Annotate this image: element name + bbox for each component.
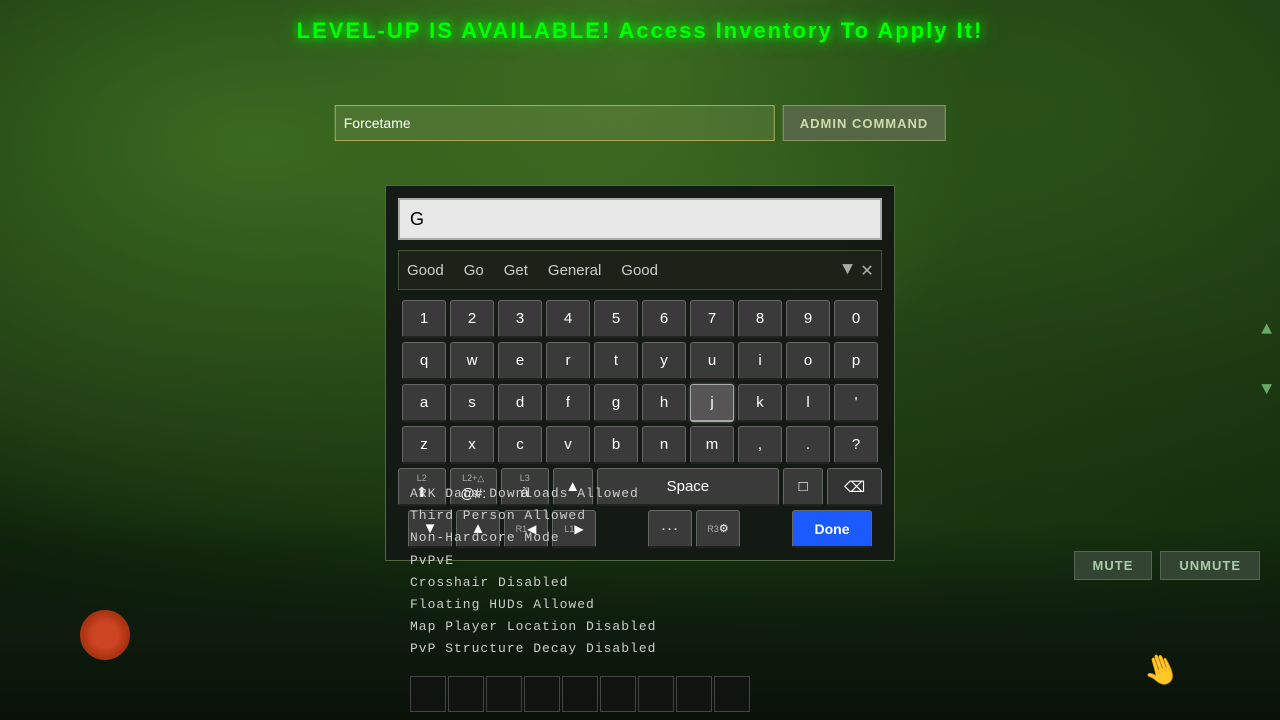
hotbar-slot-9[interactable] — [714, 676, 750, 712]
key-h[interactable]: h — [642, 384, 686, 422]
key-j[interactable]: j — [690, 384, 734, 422]
key-z[interactable]: z — [402, 426, 446, 464]
key-7[interactable]: 7 — [690, 300, 734, 338]
key-r[interactable]: r — [546, 342, 590, 380]
key-t[interactable]: t — [594, 342, 638, 380]
unmute-button[interactable]: UNMUTE — [1160, 551, 1260, 580]
key-backspace[interactable]: ⌫ — [827, 468, 882, 506]
suggestion-1[interactable]: Go — [464, 262, 484, 279]
key-d[interactable]: d — [498, 384, 542, 422]
hotbar-slot-4[interactable] — [524, 676, 560, 712]
key-p[interactable]: p — [834, 342, 878, 380]
character-indicator — [80, 610, 130, 660]
key-i[interactable]: i — [738, 342, 782, 380]
server-info-line-2: Non-Hardcore Mode — [410, 527, 656, 549]
mute-bar: MUTE UNMUTE — [1074, 551, 1260, 580]
admin-command-input[interactable] — [335, 105, 775, 141]
expand-suggestions-icon[interactable]: ▼ — [842, 260, 853, 280]
key-n[interactable]: n — [642, 426, 686, 464]
server-info-line-7: PvP Structure Decay Disabled — [410, 638, 656, 660]
qwerty-row: q w e r t y u i o p — [398, 342, 882, 380]
right-arrow-down: ▼ — [1261, 380, 1272, 400]
server-info-line-3: PvPvE — [410, 550, 656, 572]
key-b[interactable]: b — [594, 426, 638, 464]
asdf-row: a s d f g h j k l ' — [398, 384, 882, 422]
key-g[interactable]: g — [594, 384, 638, 422]
hotbar-slot-6[interactable] — [600, 676, 636, 712]
key-q[interactable]: q — [402, 342, 446, 380]
key-8[interactable]: 8 — [738, 300, 782, 338]
hotbar-slot-3[interactable] — [486, 676, 522, 712]
admin-bar: ADMIN COMMAND — [335, 105, 946, 141]
key-a[interactable]: a — [402, 384, 446, 422]
key-9[interactable]: 9 — [786, 300, 830, 338]
key-u[interactable]: u — [690, 342, 734, 380]
key-comma[interactable]: , — [738, 426, 782, 464]
key-0[interactable]: 0 — [834, 300, 878, 338]
server-info-line-5: Floating HUDs Allowed — [410, 594, 656, 616]
keyboard-search-input[interactable] — [398, 198, 882, 240]
key-f[interactable]: f — [546, 384, 590, 422]
mute-button[interactable]: MUTE — [1074, 551, 1153, 580]
hotbar-slot-2[interactable] — [448, 676, 484, 712]
hotbar-slot-8[interactable] — [676, 676, 712, 712]
server-info: ARK Data Downloads Allowed Third Person … — [410, 483, 656, 660]
key-1[interactable]: 1 — [402, 300, 446, 338]
server-info-line-0: ARK Data Downloads Allowed — [410, 483, 656, 505]
suggestion-2[interactable]: Get — [504, 262, 528, 279]
key-square[interactable]: □ — [783, 468, 823, 506]
hotbar-slot-5[interactable] — [562, 676, 598, 712]
key-6[interactable]: 6 — [642, 300, 686, 338]
key-2[interactable]: 2 — [450, 300, 494, 338]
key-w[interactable]: w — [450, 342, 494, 380]
key-c[interactable]: c — [498, 426, 542, 464]
server-info-line-4: Crosshair Disabled — [410, 572, 656, 594]
number-row: 1 2 3 4 5 6 7 8 9 0 — [398, 300, 882, 338]
key-v[interactable]: v — [546, 426, 590, 464]
key-question[interactable]: ? — [834, 426, 878, 464]
right-arrows: ▲ ▼ — [1261, 320, 1272, 400]
key-l[interactable]: l — [786, 384, 830, 422]
zxcv-row: z x c v b n m , . ? — [398, 426, 882, 464]
key-m[interactable]: m — [690, 426, 734, 464]
key-done[interactable]: Done — [792, 510, 872, 548]
key-o[interactable]: o — [786, 342, 830, 380]
hotbar-slot-1[interactable] — [410, 676, 446, 712]
hotbar-slot-7[interactable] — [638, 676, 674, 712]
suggestion-4[interactable]: Good — [621, 262, 658, 279]
level-up-banner: LEVEL-UP IS AVAILABLE! Access Inventory … — [0, 0, 1280, 44]
key-k[interactable]: k — [738, 384, 782, 422]
server-info-line-1: Third Person Allowed — [410, 505, 656, 527]
suggestion-3[interactable]: General — [548, 262, 601, 279]
key-empty-2 — [744, 510, 788, 548]
key-3[interactable]: 3 — [498, 300, 542, 338]
key-4[interactable]: 4 — [546, 300, 590, 338]
key-s[interactable]: s — [450, 384, 494, 422]
key-x[interactable]: x — [450, 426, 494, 464]
hotbar — [410, 676, 750, 712]
suggestion-0[interactable]: Good — [407, 262, 444, 279]
suggestions-row: Good Go Get General Good ▼ ✕ — [398, 250, 882, 290]
right-arrow-up: ▲ — [1261, 320, 1272, 340]
key-y[interactable]: y — [642, 342, 686, 380]
key-e[interactable]: e — [498, 342, 542, 380]
admin-command-button[interactable]: ADMIN COMMAND — [783, 105, 946, 141]
close-suggestions-icon[interactable]: ✕ — [861, 257, 873, 283]
hands-indicator: 🤚 — [1137, 648, 1185, 696]
key-r3[interactable]: R3 ⚙ — [696, 510, 740, 548]
key-period[interactable]: . — [786, 426, 830, 464]
server-info-line-6: Map Player Location Disabled — [410, 616, 656, 638]
key-apostrophe[interactable]: ' — [834, 384, 878, 422]
suggestions-list: Good Go Get General Good — [407, 262, 842, 279]
key-5[interactable]: 5 — [594, 300, 638, 338]
